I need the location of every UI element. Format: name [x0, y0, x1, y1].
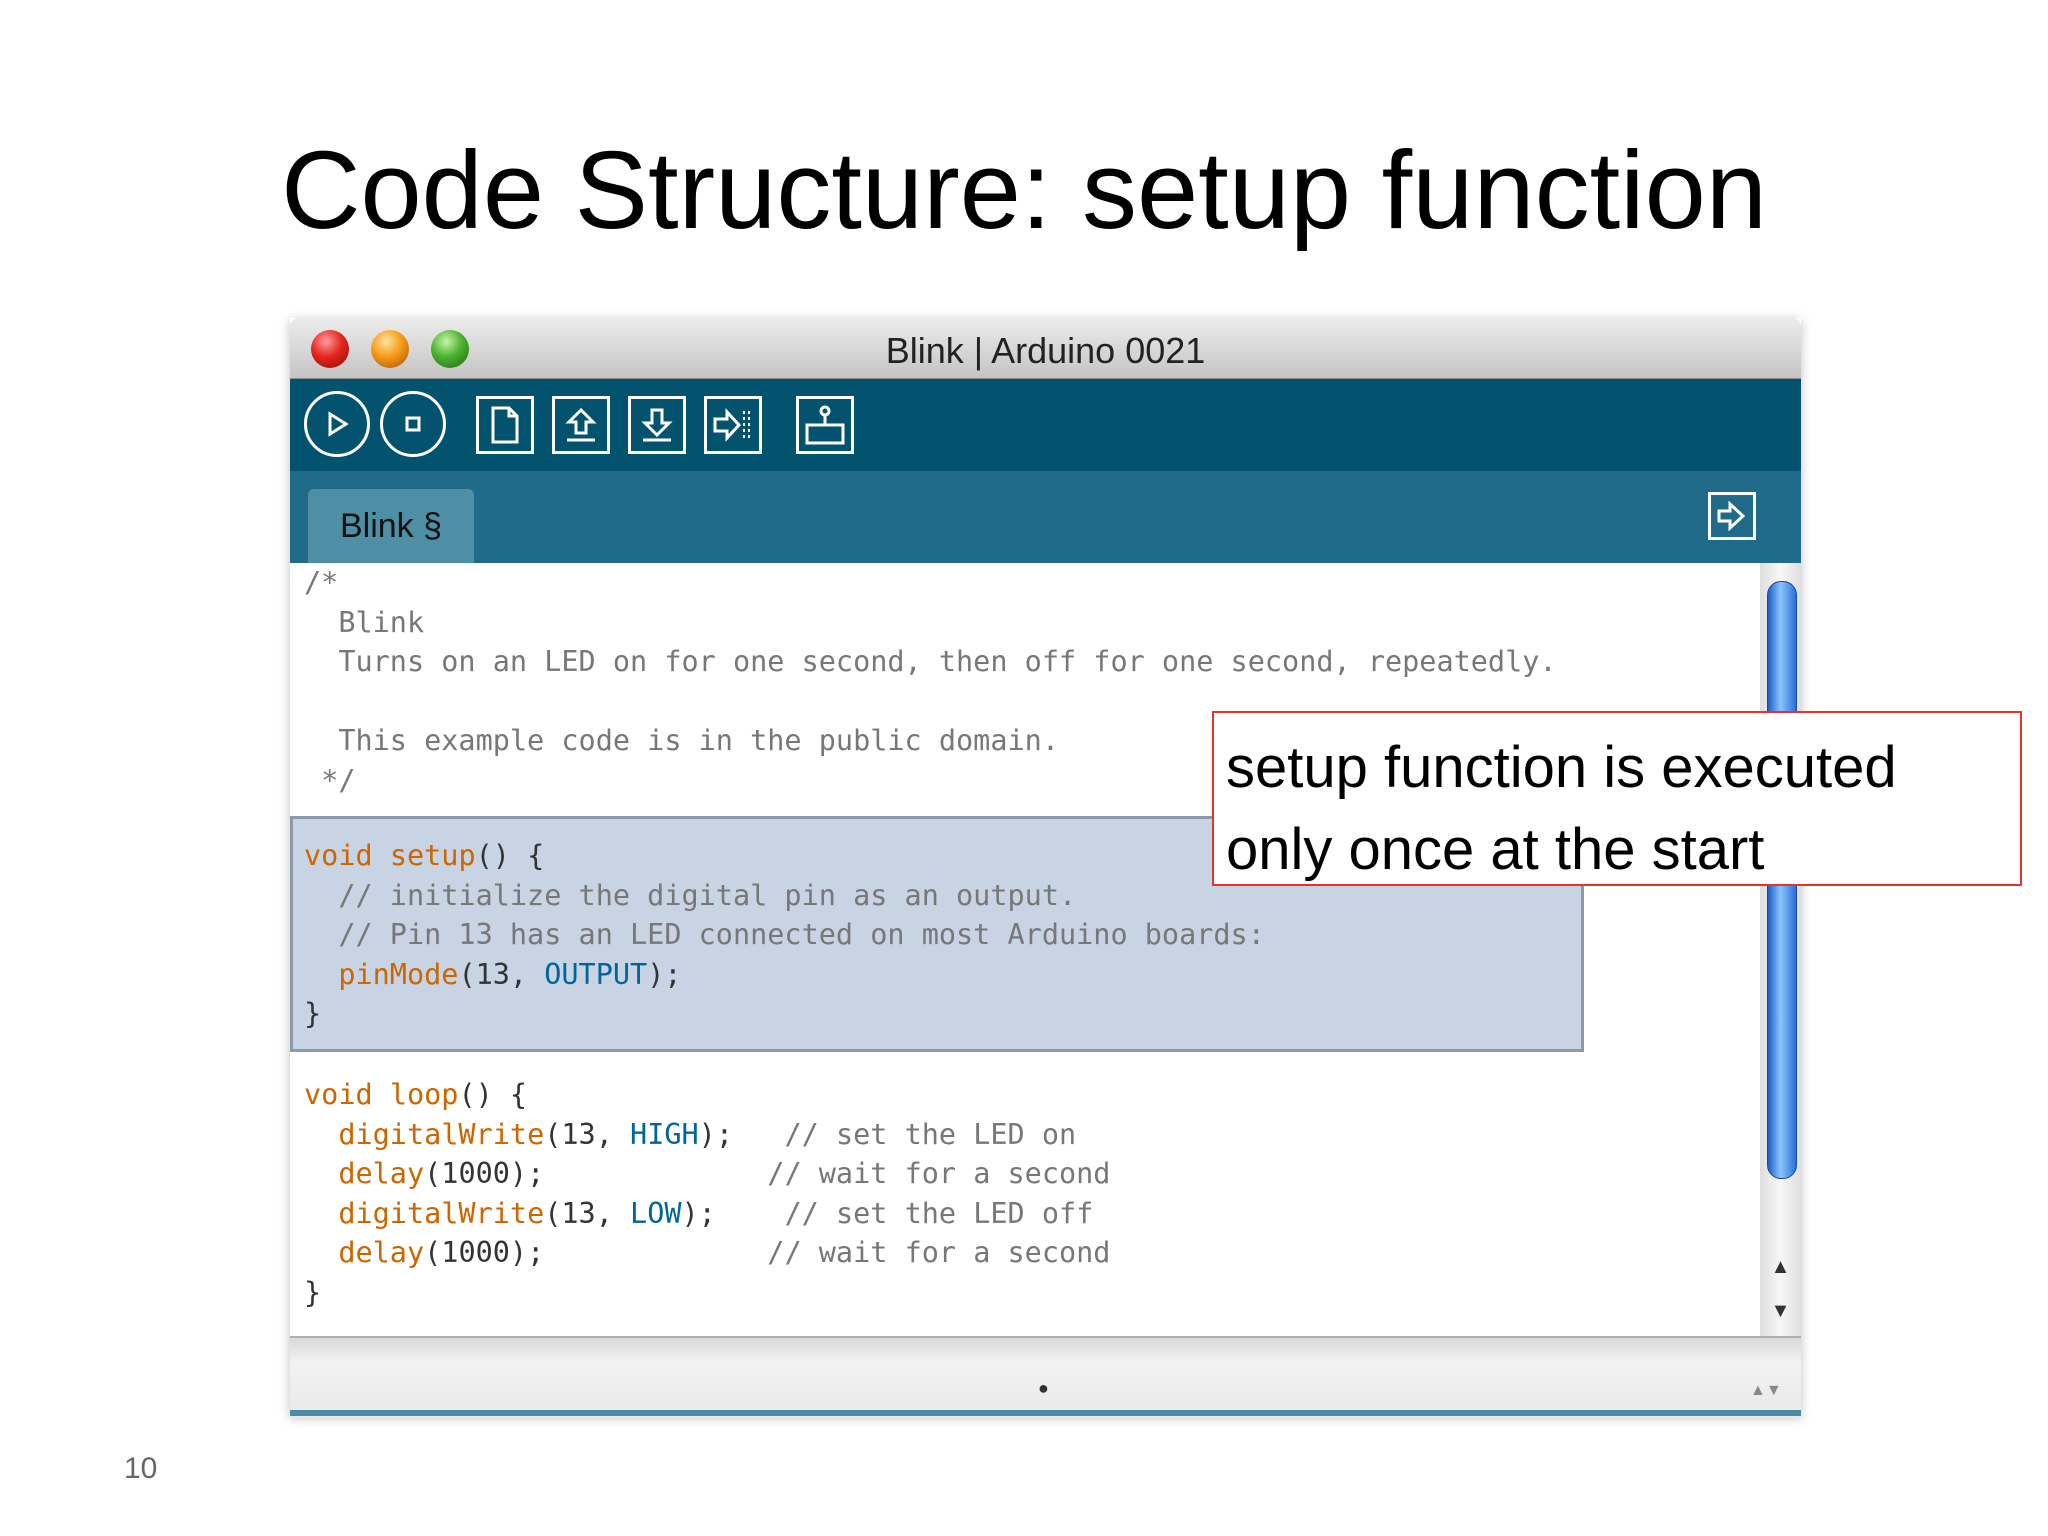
loop-function-code: void loop() { digitalWrite(13, HIGH); //…: [304, 1075, 1110, 1313]
tab-blink[interactable]: Blink §: [308, 489, 474, 563]
code-comment: // wait for a second: [767, 1157, 1111, 1191]
code-line: Blink: [304, 605, 425, 639]
stop-icon: [405, 416, 421, 432]
scroll-up-arrow-icon[interactable]: ▲: [1760, 1245, 1801, 1289]
code-text: );: [647, 957, 682, 991]
serial-monitor-icon: [805, 405, 845, 445]
page-number: 10: [124, 1452, 158, 1485]
upload-button[interactable]: [704, 396, 762, 454]
code-comment: // initialize the digital pin as an outp…: [304, 878, 1077, 912]
code-constant: OUTPUT: [544, 957, 648, 991]
console-divider[interactable]: [290, 1336, 1801, 1418]
code-function-name: delay: [338, 1157, 425, 1191]
new-file-icon: [491, 406, 519, 444]
code-comment: // wait for a second: [767, 1236, 1111, 1270]
code-line: /*: [304, 566, 339, 599]
code-spacing: [544, 1236, 767, 1269]
window-title: Blink | Arduino 0021: [885, 330, 1206, 371]
tab-bar: Blink §: [290, 471, 1801, 563]
code-constant: HIGH: [630, 1117, 699, 1151]
code-spacing: [544, 1157, 767, 1190]
scroll-down-arrow-icon[interactable]: ▼: [1760, 1289, 1801, 1333]
code-editor[interactable]: /* Blink Turns on an LED on for one seco…: [290, 563, 1760, 1336]
serial-monitor-button[interactable]: [796, 396, 854, 454]
stop-button[interactable]: [380, 391, 446, 457]
toolbar: [290, 379, 1801, 471]
code-function-name: digitalWrite: [338, 1196, 545, 1230]
code-text: );: [681, 1196, 716, 1230]
open-button[interactable]: [552, 396, 610, 454]
upload-icon: [713, 408, 750, 442]
callout-line: setup function is executed: [1226, 735, 1897, 800]
code-text: }: [304, 997, 322, 1031]
code-text: (1000);: [424, 1236, 545, 1270]
code-spacing: [716, 1197, 785, 1230]
new-button[interactable]: [476, 396, 534, 454]
code-text: (13,: [544, 1196, 631, 1230]
play-icon: [328, 411, 349, 437]
code-line: */: [304, 763, 356, 797]
code-line: This example code is in the public domai…: [304, 724, 1059, 758]
code-comment: // set the LED off: [784, 1196, 1094, 1230]
arrow-right-icon: [1717, 500, 1746, 532]
splitter-grip-icon[interactable]: ●: [1038, 1378, 1049, 1399]
save-icon: [641, 408, 673, 442]
code-function-name: delay: [338, 1236, 425, 1270]
callout-line: only once at the start: [1226, 817, 1765, 882]
resize-arrows-icon[interactable]: ▲▼: [1750, 1382, 1782, 1400]
code-function-name: pinMode: [338, 957, 459, 991]
verify-button[interactable]: [304, 391, 370, 457]
code-text: }: [304, 1275, 322, 1309]
code-text: (13,: [544, 1117, 631, 1151]
code-constant: LOW: [630, 1196, 682, 1230]
code-text: (13,: [458, 957, 545, 991]
code-function-name: digitalWrite: [338, 1117, 545, 1151]
annotation-callout: setup function is executed only once at …: [1212, 711, 2022, 886]
code-text: );: [698, 1117, 733, 1151]
code-comment: // Pin 13 has an LED connected on most A…: [304, 918, 1265, 952]
console-area: [290, 1410, 1801, 1416]
code-keyword: void: [304, 1078, 373, 1111]
tab-menu-button[interactable]: [1708, 492, 1756, 540]
save-button[interactable]: [628, 396, 686, 454]
vertical-scrollbar[interactable]: ▲ ▼: [1760, 563, 1801, 1336]
code-line: Turns on an LED on for one second, then …: [304, 645, 1557, 679]
code-text: (1000);: [424, 1157, 545, 1191]
code-function-name: loop: [389, 1078, 459, 1111]
code-comment: // set the LED on: [784, 1117, 1077, 1151]
setup-function-code: void setup() { // initialize the digital…: [304, 836, 1265, 1034]
code-keyword: void: [304, 839, 373, 872]
code-function-name: setup: [389, 839, 476, 872]
code-text: () {: [458, 1078, 528, 1111]
open-icon: [565, 407, 597, 442]
window-titlebar: Blink | Arduino 0021: [290, 318, 1801, 379]
slide-title: Code Structure: setup function: [281, 129, 1767, 252]
code-text: () {: [475, 839, 545, 872]
code-spacing: [733, 1118, 784, 1151]
